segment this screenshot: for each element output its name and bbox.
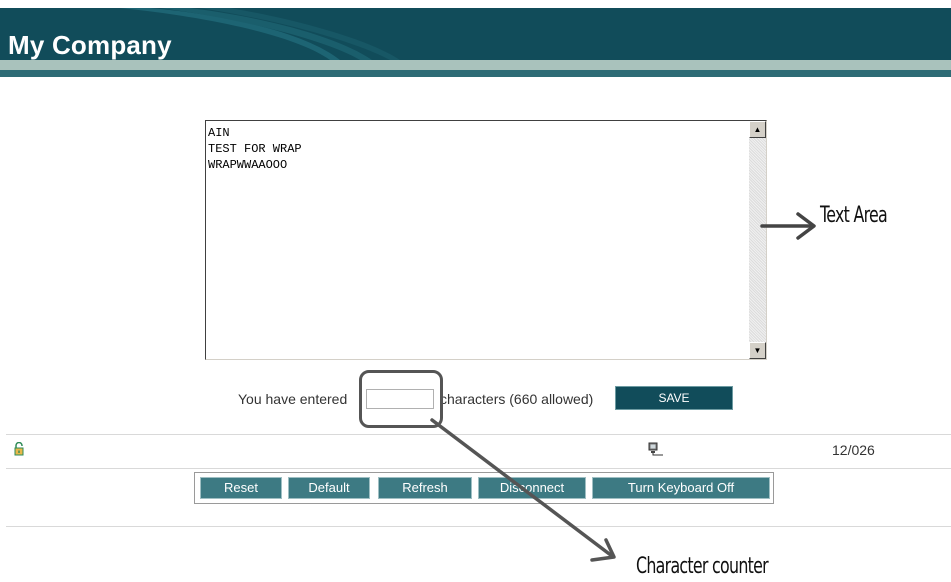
text-area-arrow <box>760 212 816 240</box>
character-counter-annotation: Character counter <box>636 554 769 579</box>
text-area-annotation: Text Area <box>820 203 888 228</box>
character-counter-arrow <box>430 418 616 562</box>
annotation-arrows <box>430 212 816 562</box>
